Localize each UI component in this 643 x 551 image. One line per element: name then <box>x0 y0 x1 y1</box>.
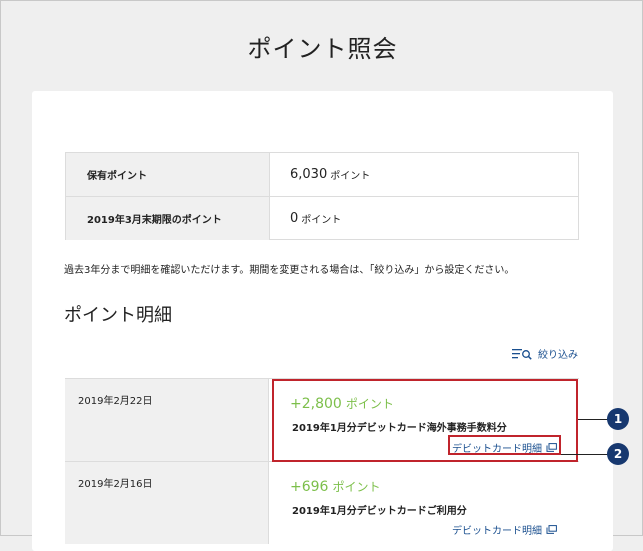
expiring-points-value: 0 <box>290 211 299 226</box>
detail-row: 2019年2月16日 +696 ポイント 2019年1月分デビットカードご利用分 … <box>65 461 579 544</box>
section-title: ポイント明細 <box>64 305 172 326</box>
page-title: ポイント照会 <box>247 35 398 63</box>
external-window-icon <box>546 525 557 534</box>
summary-value: 0 ポイント <box>290 197 341 240</box>
link-label: デビットカード明細 <box>452 526 542 537</box>
points-unit: ポイント <box>330 171 371 182</box>
points-summary-table: 保有ポイント 6,030 ポイント 2019年3月末期限のポイント 0 ポイント <box>65 152 579 240</box>
callout-badge-2: 2 <box>607 443 629 465</box>
summary-row-expiring-points: 2019年3月末期限のポイント 0 ポイント <box>66 197 578 240</box>
filter-button[interactable]: 絞り込み <box>512 346 578 361</box>
summary-row-held-points: 保有ポイント 6,030 ポイント <box>66 153 578 197</box>
period-note: 過去3年分まで明細を確認いただけます。期間を変更される場合は、「絞り込み」から設… <box>64 265 515 276</box>
filter-icon <box>512 348 532 360</box>
points-unit: ポイント <box>301 215 342 226</box>
detail-date: 2019年2月22日 <box>65 379 269 461</box>
filter-label: 絞り込み <box>538 350 578 361</box>
summary-label: 保有ポイント <box>66 153 270 196</box>
held-points-value: 6,030 <box>290 167 328 182</box>
callout-leader-line <box>578 419 608 420</box>
callout-leader-line <box>561 454 608 455</box>
detail-description: 2019年1月分デビットカードご利用分 <box>292 506 467 517</box>
callout-badge-1: 1 <box>607 408 629 430</box>
points-amount: +696 <box>290 479 329 495</box>
debit-card-statement-link[interactable]: デビットカード明細 <box>452 522 557 537</box>
points-unit: ポイント <box>332 480 381 494</box>
detail-points: +696 ポイント <box>290 478 380 495</box>
detail-date: 2019年2月16日 <box>65 462 269 544</box>
highlight-box-statement-link <box>448 435 561 455</box>
points-card: 保有ポイント 6,030 ポイント 2019年3月末期限のポイント 0 ポイント 過… <box>32 91 613 551</box>
summary-value: 6,030 ポイント <box>290 153 370 196</box>
summary-label: 2019年3月末期限のポイント <box>66 197 270 240</box>
